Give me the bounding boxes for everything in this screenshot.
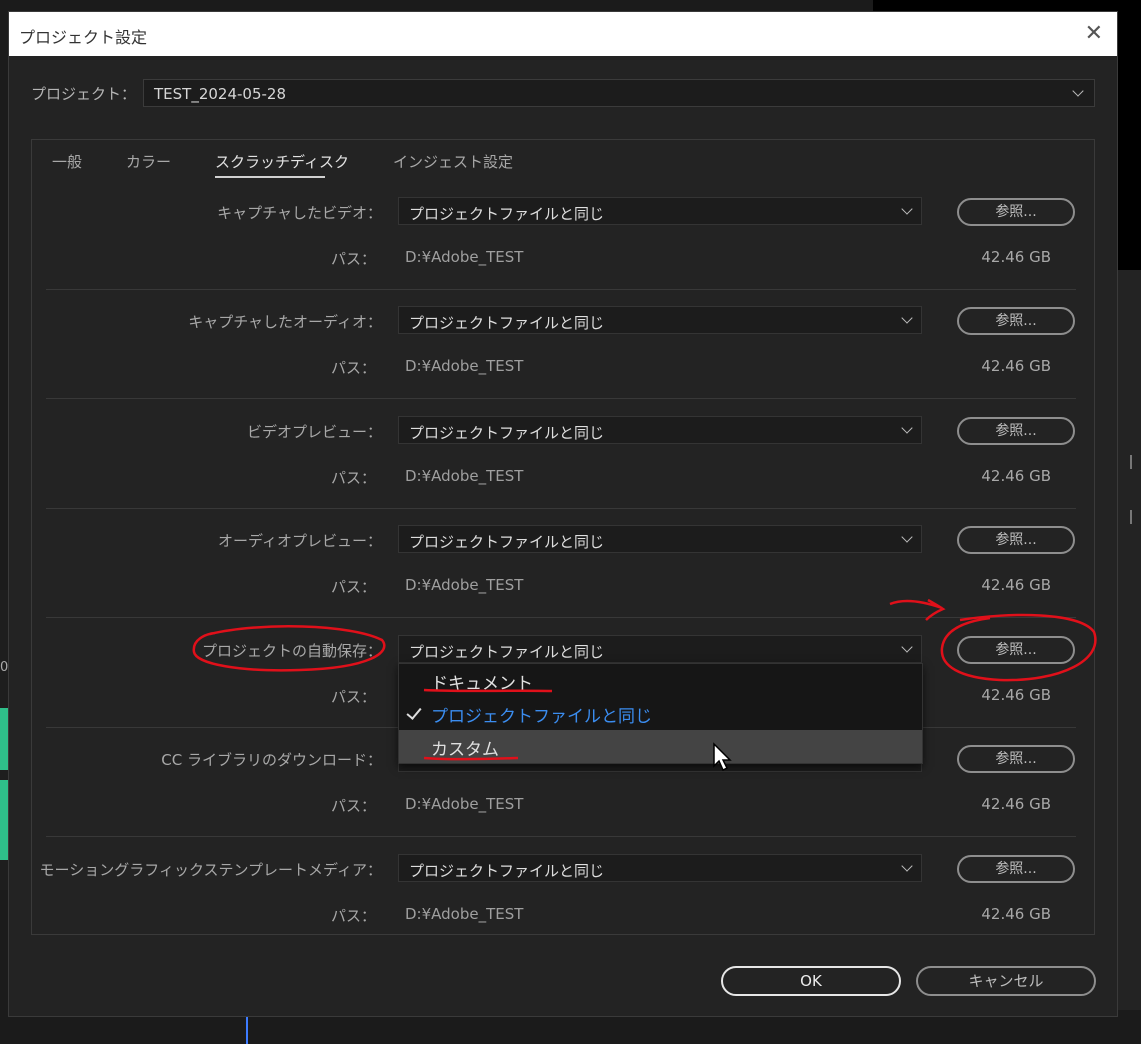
cc-library-download-browse-button[interactable]: 参照...: [957, 745, 1075, 773]
dropdown-item-custom[interactable]: カスタム: [399, 730, 922, 763]
dropdown-item-same-as-project[interactable]: プロジェクトファイルと同じ: [399, 697, 922, 730]
project-auto-save-browse-button[interactable]: 参照...: [957, 636, 1075, 664]
tab-scratch-disks[interactable]: スクラッチディスク: [215, 151, 349, 172]
chevron-down-icon: [901, 203, 913, 215]
path-value: D:¥Adobe_TEST: [405, 467, 524, 485]
path-label: パス：: [330, 688, 376, 706]
row-divider: [46, 836, 1076, 837]
auto-save-dropdown-menu: ドキュメント プロジェクトファイルと同じ カスタム: [398, 663, 923, 764]
captured-video-select[interactable]: プロジェクトファイルと同じ: [398, 197, 922, 225]
audio-waveform: [0, 780, 8, 860]
cancel-button[interactable]: キャンセル: [916, 966, 1096, 996]
close-icon[interactable]: ✕: [1085, 20, 1103, 48]
background-tick: [1130, 510, 1132, 524]
captured-video-label: キャプチャしたビデオ：: [217, 204, 382, 222]
dialog-titlebar: プロジェクト設定 ✕: [9, 12, 1117, 56]
path-value: D:¥Adobe_TEST: [405, 576, 524, 594]
project-label: プロジェクト：: [31, 85, 137, 103]
project-auto-save-label: プロジェクトの自動保存：: [201, 642, 382, 660]
video-preview-browse-button[interactable]: 参照...: [957, 417, 1075, 445]
path-value: D:¥Adobe_TEST: [405, 357, 524, 375]
dropdown-item-label: ドキュメント: [431, 674, 533, 694]
disk-size: 42.46 GB: [981, 357, 1051, 375]
mouse-pointer-icon: [713, 742, 732, 772]
chevron-down-icon: [901, 531, 913, 543]
checkmark-icon: [406, 704, 422, 720]
path-label: パス：: [330, 250, 376, 268]
motion-graphics-template-media-select[interactable]: プロジェクトファイルと同じ: [398, 854, 922, 882]
select-value: プロジェクトファイルと同じ: [409, 862, 605, 880]
path-value: D:¥Adobe_TEST: [405, 248, 524, 266]
path-label: パス：: [330, 469, 376, 487]
dropdown-item-label: プロジェクトファイルと同じ: [431, 707, 652, 727]
chevron-down-icon: [901, 641, 913, 653]
video-preview-select[interactable]: プロジェクトファイルと同じ: [398, 416, 922, 444]
select-value: プロジェクトファイルと同じ: [409, 533, 605, 551]
path-label: パス：: [330, 797, 376, 815]
tab-color[interactable]: カラー: [126, 151, 171, 172]
select-value: プロジェクトファイルと同じ: [409, 643, 605, 661]
motion-graphics-template-media-browse-button[interactable]: 参照...: [957, 855, 1075, 883]
project-select[interactable]: TEST_2024-05-28: [143, 79, 1095, 107]
path-value: D:¥Adobe_TEST: [405, 795, 524, 813]
captured-audio-select[interactable]: プロジェクトファイルと同じ: [398, 306, 922, 334]
captured-audio-browse-button[interactable]: 参照...: [957, 307, 1075, 335]
path-label: パス：: [330, 578, 376, 596]
disk-size: 42.46 GB: [981, 576, 1051, 594]
audio-preview-browse-button[interactable]: 参照...: [957, 526, 1075, 554]
project-auto-save-select[interactable]: プロジェクトファイルと同じ: [398, 635, 922, 663]
disk-size: 42.46 GB: [981, 686, 1051, 704]
disk-size: 42.46 GB: [981, 795, 1051, 813]
background-right-panel: [1118, 270, 1141, 1010]
path-value: D:¥Adobe_TEST: [405, 905, 524, 923]
chevron-down-icon: [1072, 85, 1084, 97]
audio-preview-label: オーディオプレビュー：: [218, 532, 382, 550]
row-divider: [46, 508, 1076, 509]
project-settings-dialog: プロジェクト設定 ✕ プロジェクト： TEST_2024-05-28 一般 カラ…: [8, 11, 1118, 1017]
disk-size: 42.46 GB: [981, 467, 1051, 485]
dropdown-item-label: カスタム: [431, 740, 499, 760]
tab-ingest-settings[interactable]: インジェスト設定: [393, 151, 513, 172]
select-value: プロジェクトファイルと同じ: [409, 205, 605, 223]
path-label: パス：: [330, 359, 376, 377]
tab-general[interactable]: 一般: [52, 151, 82, 172]
captured-video-browse-button[interactable]: 参照...: [957, 198, 1075, 226]
row-divider: [46, 289, 1076, 290]
disk-size: 42.46 GB: [981, 905, 1051, 923]
active-tab-indicator: [215, 176, 325, 178]
playhead-line: [246, 1016, 248, 1044]
chevron-down-icon: [901, 860, 913, 872]
cc-library-download-label: CC ライブラリのダウンロード：: [161, 751, 382, 769]
select-value: プロジェクトファイルと同じ: [409, 424, 605, 442]
row-divider: [46, 617, 1076, 618]
disk-size: 42.46 GB: [981, 248, 1051, 266]
video-preview-label: ビデオプレビュー：: [246, 423, 382, 441]
motion-graphics-template-media-label: モーショングラフィックステンプレートメディア：: [39, 861, 382, 879]
captured-audio-label: キャプチャしたオーディオ：: [188, 313, 382, 331]
ok-button[interactable]: OK: [721, 966, 901, 996]
audio-waveform: [0, 708, 8, 770]
audio-preview-select[interactable]: プロジェクトファイルと同じ: [398, 525, 922, 553]
select-value: プロジェクトファイルと同じ: [409, 314, 605, 332]
project-select-value: TEST_2024-05-28: [154, 85, 286, 103]
chevron-down-icon: [901, 312, 913, 324]
dropdown-item-documents[interactable]: ドキュメント: [399, 664, 922, 697]
path-label: パス：: [330, 907, 376, 925]
dialog-title: プロジェクト設定: [19, 28, 148, 47]
row-divider: [46, 398, 1076, 399]
settings-panel: 一般 カラー スクラッチディスク インジェスト設定 キャプチャしたビデオ： プロ…: [31, 139, 1095, 935]
chevron-down-icon: [901, 422, 913, 434]
background-tick: [1130, 455, 1132, 469]
